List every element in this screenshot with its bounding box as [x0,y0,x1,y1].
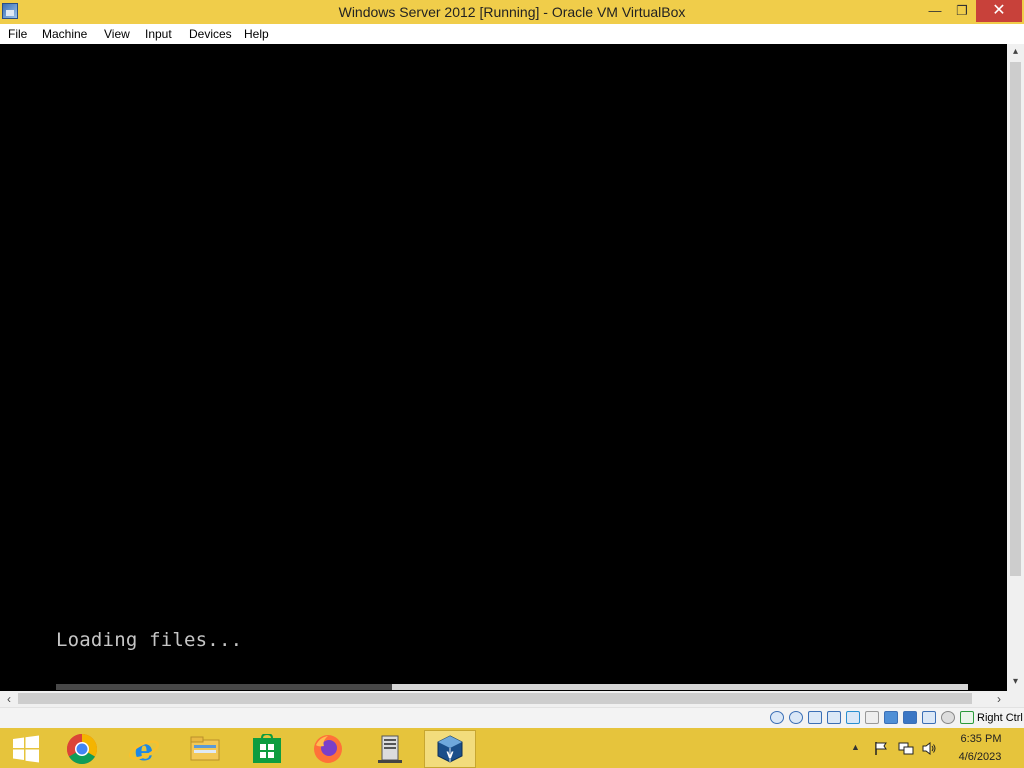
folder-icon [190,736,220,761]
taskbar-server-manager[interactable] [364,730,416,768]
audio-icon[interactable] [808,711,822,724]
mouse-integration-icon[interactable] [941,711,955,724]
scroll-up-arrow-icon[interactable]: ▴ [1008,44,1023,60]
scroll-left-arrow-icon[interactable]: ‹ [2,691,16,707]
taskbar-internet-explorer[interactable]: e [118,730,170,768]
taskbar-virtualbox[interactable]: V [424,730,476,768]
windows-logo-icon [13,735,39,763]
svg-text:V: V [447,751,454,761]
virtualbox-icon: V [437,735,463,763]
vm-display[interactable]: Loading files... [0,44,1007,691]
chrome-icon [66,734,98,765]
usb-icon[interactable] [846,711,860,724]
shared-folders-icon[interactable] [865,711,879,724]
network-icon[interactable] [898,741,914,756]
internet-explorer-icon: e [128,733,160,765]
close-button[interactable]: ✕ [976,0,1022,22]
hard-disk-icon[interactable] [770,711,784,724]
minimize-button[interactable]: — [920,0,950,22]
show-hidden-icons-button[interactable]: ▲ [851,742,860,752]
optical-drive-icon[interactable] [789,711,803,724]
scroll-down-arrow-icon[interactable]: ▾ [1008,674,1023,690]
scroll-right-arrow-icon[interactable]: › [992,691,1006,707]
volume-icon[interactable] [921,741,937,756]
window-title: Windows Server 2012 [Running] - Oracle V… [338,4,686,20]
menu-input[interactable]: Input [145,24,172,44]
cpu-icon[interactable] [922,711,936,724]
clock-date[interactable]: 4/6/2023 [952,751,1008,763]
loading-progress-bar [392,684,968,690]
menu-devices[interactable]: Devices [189,24,232,44]
keyboard-capture-icon[interactable] [960,711,974,724]
server-manager-icon [378,735,402,763]
menu-bar: File Machine View Input Devices Help [0,24,1024,45]
display-icon[interactable] [884,711,898,724]
loading-text: Loading files... [56,629,243,651]
taskbar-firefox[interactable] [302,730,354,768]
horizontal-scroll-thumb[interactable] [18,693,972,704]
menu-machine[interactable]: Machine [42,24,87,44]
network-icon[interactable] [827,711,841,724]
taskbar-store[interactable] [241,730,293,768]
host-key-label: Right Ctrl [977,712,1023,724]
menu-help[interactable]: Help [244,24,269,44]
restore-button[interactable]: ❐ [947,0,977,22]
store-icon [253,734,281,763]
action-center-flag-icon[interactable] [873,741,889,756]
taskbar-chrome[interactable] [56,730,108,768]
menu-view[interactable]: View [104,24,130,44]
menu-file[interactable]: File [8,24,27,44]
start-button[interactable] [0,730,52,768]
clock-time[interactable]: 6:35 PM [958,733,1004,745]
vertical-scroll-thumb[interactable] [1010,62,1021,576]
loading-progress-track [56,684,392,690]
firefox-icon [314,735,342,763]
video-capture-icon[interactable] [903,711,917,724]
svg-text:e: e [134,733,153,765]
taskbar-file-explorer[interactable] [179,730,231,768]
